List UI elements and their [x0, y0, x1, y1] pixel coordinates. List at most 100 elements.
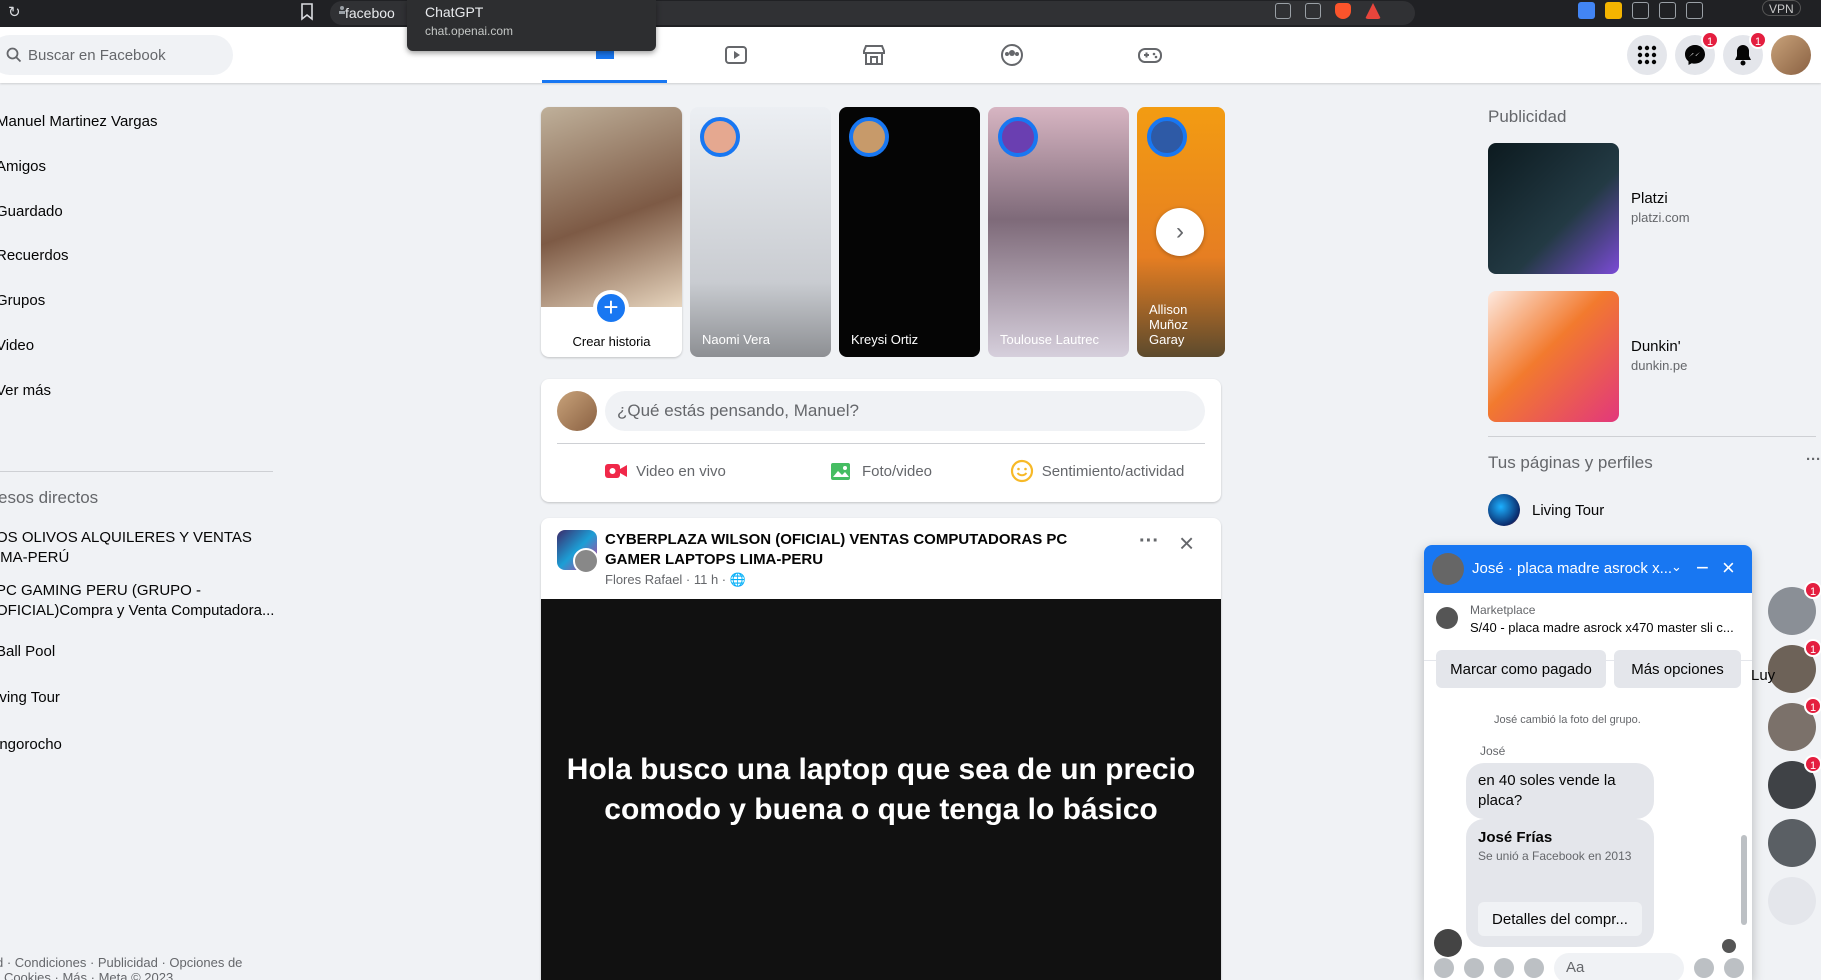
bell-icon — [1735, 45, 1751, 66]
more-options-button[interactable]: Más opciones — [1614, 650, 1741, 688]
brave-rewards-icon[interactable] — [1365, 3, 1381, 19]
shortcuts-heading: esos directos — [0, 488, 99, 507]
footer-links[interactable]: d · Condiciones · Publicidad · Opciones … — [0, 955, 256, 980]
puzzle-icon[interactable] — [1632, 2, 1649, 19]
more-options-icon[interactable]: ··· — [1139, 530, 1159, 553]
video-icon — [725, 46, 747, 64]
live-video-button[interactable]: Video en vivo — [557, 447, 773, 495]
sidebar-icon[interactable] — [1659, 2, 1676, 19]
tab-groups[interactable] — [943, 27, 1081, 83]
share-icon[interactable] — [1305, 3, 1321, 19]
story-avatar — [1147, 117, 1187, 157]
vpn-badge[interactable]: VPN — [1762, 0, 1801, 16]
cast-icon[interactable] — [1275, 3, 1291, 19]
story-card[interactable]: Kreysi Ortiz — [839, 107, 980, 357]
listing-title[interactable]: S/40 - placa madre asrock x470 master sl… — [1470, 620, 1734, 635]
marketplace-label: Marketplace — [1470, 603, 1536, 617]
post-author-time[interactable]: Flores Rafael · 11 h · — [605, 572, 730, 587]
buyer-details-button[interactable]: Detalles del compr... — [1478, 902, 1642, 936]
address-bar-actions — [1275, 3, 1381, 19]
tab-hover-tooltip: ChatGPT chat.openai.com — [407, 0, 656, 51]
account-avatar[interactable] — [1771, 35, 1811, 75]
chat-window: José · placa madre asrock x... ⌄ − × Mar… — [1424, 545, 1752, 980]
ad-item[interactable]: Platzi platzi.com — [1488, 143, 1808, 275]
gif-icon[interactable] — [1524, 958, 1544, 978]
plus-circle-icon[interactable] — [1434, 958, 1454, 978]
search-box[interactable] — [0, 35, 233, 75]
story-card[interactable]: Naomi Vera — [690, 107, 831, 357]
chat-head-badge: 1 — [1804, 581, 1821, 599]
feeling-label: Sentimiento/actividad — [1041, 462, 1185, 480]
sidebar-item-saved[interactable]: Guardado — [0, 203, 63, 220]
notifications-badge: 1 — [1749, 31, 1767, 49]
brave-shield-icon[interactable] — [1335, 3, 1351, 19]
ad-name: Platzi — [1631, 190, 1668, 207]
notifications-button[interactable]: 1 — [1723, 31, 1767, 75]
ad-image — [1488, 143, 1619, 274]
shortcut-item[interactable]: PC GAMING PERU (GRUPO - OFICIAL)Compra y… — [0, 581, 274, 621]
like-icon[interactable] — [1724, 958, 1744, 978]
facebook-topbar: 1 1 — [0, 27, 1821, 83]
author-avatar[interactable] — [573, 548, 599, 574]
ad-item[interactable]: Dunkin' dunkin.pe — [1488, 291, 1808, 423]
shortcut-item[interactable]: ingorocho — [0, 736, 62, 753]
right-divider — [1488, 436, 1816, 437]
create-story-card[interactable]: + Crear historia — [541, 107, 682, 357]
post-text-media[interactable]: Hola busco una laptop que sea de un prec… — [541, 599, 1221, 980]
sidebar-item-profile[interactable]: Manuel Martinez Vargas — [0, 113, 157, 130]
search-input[interactable] — [28, 35, 218, 75]
chat-head[interactable]: 1 — [1768, 697, 1821, 751]
extension-icon[interactable] — [1605, 2, 1622, 19]
stories-next-button[interactable]: › — [1156, 208, 1204, 256]
tab-video[interactable] — [667, 27, 805, 83]
sidebar-item-see-more[interactable]: Ver más — [0, 382, 51, 399]
messenger-button[interactable]: 1 — [1675, 31, 1719, 75]
message-bubble[interactable]: en 40 soles vende la placa? — [1466, 763, 1654, 819]
composer-avatar[interactable] — [557, 391, 597, 431]
close-icon[interactable]: × — [1179, 528, 1194, 559]
story-card[interactable]: Toulouse Lautrec — [988, 107, 1129, 357]
messenger-icon — [1685, 45, 1705, 65]
page-item[interactable]: Living Tour — [1488, 494, 1604, 526]
photo-video-label: Foto/video — [861, 462, 933, 480]
tab-gaming[interactable] — [1081, 27, 1219, 83]
image-icon[interactable] — [1464, 958, 1484, 978]
story-avatar — [849, 117, 889, 157]
chat-head[interactable]: 1 — [1768, 639, 1821, 693]
chat-head[interactable]: 1 — [1768, 755, 1821, 809]
chat-input[interactable] — [1554, 953, 1684, 980]
live-video-icon — [605, 464, 628, 478]
sticker-icon[interactable] — [1494, 958, 1514, 978]
chat-scrollbar[interactable] — [1739, 715, 1749, 945]
translate-icon[interactable] — [1578, 2, 1595, 19]
shortcut-item[interactable]: iving Tour — [0, 689, 60, 706]
live-video-label: Video en vivo — [636, 462, 726, 480]
wallet-icon[interactable] — [1686, 2, 1703, 19]
new-group-chat-icon[interactable] — [1768, 877, 1816, 925]
listing-thumbnail — [1436, 607, 1458, 629]
sidebar-item-groups[interactable]: Grupos — [0, 292, 45, 309]
sidebar-item-video[interactable]: Video — [0, 337, 34, 354]
reload-icon[interactable]: ↻ — [8, 3, 21, 21]
messenger-badge: 1 — [1701, 31, 1719, 49]
composer-input[interactable] — [605, 391, 1205, 431]
browser-toolbar: ↻ faceboo VPN — [0, 0, 1821, 27]
tab-marketplace[interactable] — [805, 27, 943, 83]
menu-button[interactable] — [1627, 35, 1667, 75]
post-group-name[interactable]: CYBERPLAZA WILSON (OFICIAL) VENTAS COMPU… — [605, 530, 1075, 570]
post-meta: Flores Rafael · 11 h · 🌐 — [605, 572, 746, 588]
sidebar-item-friends[interactable]: Amigos — [0, 158, 46, 175]
emoji-icon[interactable] — [1694, 958, 1714, 978]
chat-head[interactable]: 1 — [1768, 581, 1821, 635]
feed-post: CYBERPLAZA WILSON (OFICIAL) VENTAS COMPU… — [541, 518, 1221, 980]
photo-video-button[interactable]: Foto/video — [773, 447, 989, 495]
feeling-button[interactable]: Sentimiento/actividad — [989, 447, 1205, 495]
bookmark-icon[interactable] — [300, 3, 314, 21]
scroll-thumb[interactable] — [1741, 835, 1747, 925]
shortcut-item[interactable]: Ball Pool — [0, 643, 55, 660]
mark-paid-button[interactable]: Marcar como pagado — [1436, 650, 1606, 688]
chat-head[interactable] — [1768, 819, 1816, 867]
more-options-icon[interactable]: ··· — [1806, 451, 1821, 468]
shortcut-item[interactable]: OS OLIVOS ALQUILERES Y VENTAS IMA-PERÚ — [0, 528, 252, 568]
sidebar-item-memories[interactable]: Recuerdos — [0, 247, 69, 264]
